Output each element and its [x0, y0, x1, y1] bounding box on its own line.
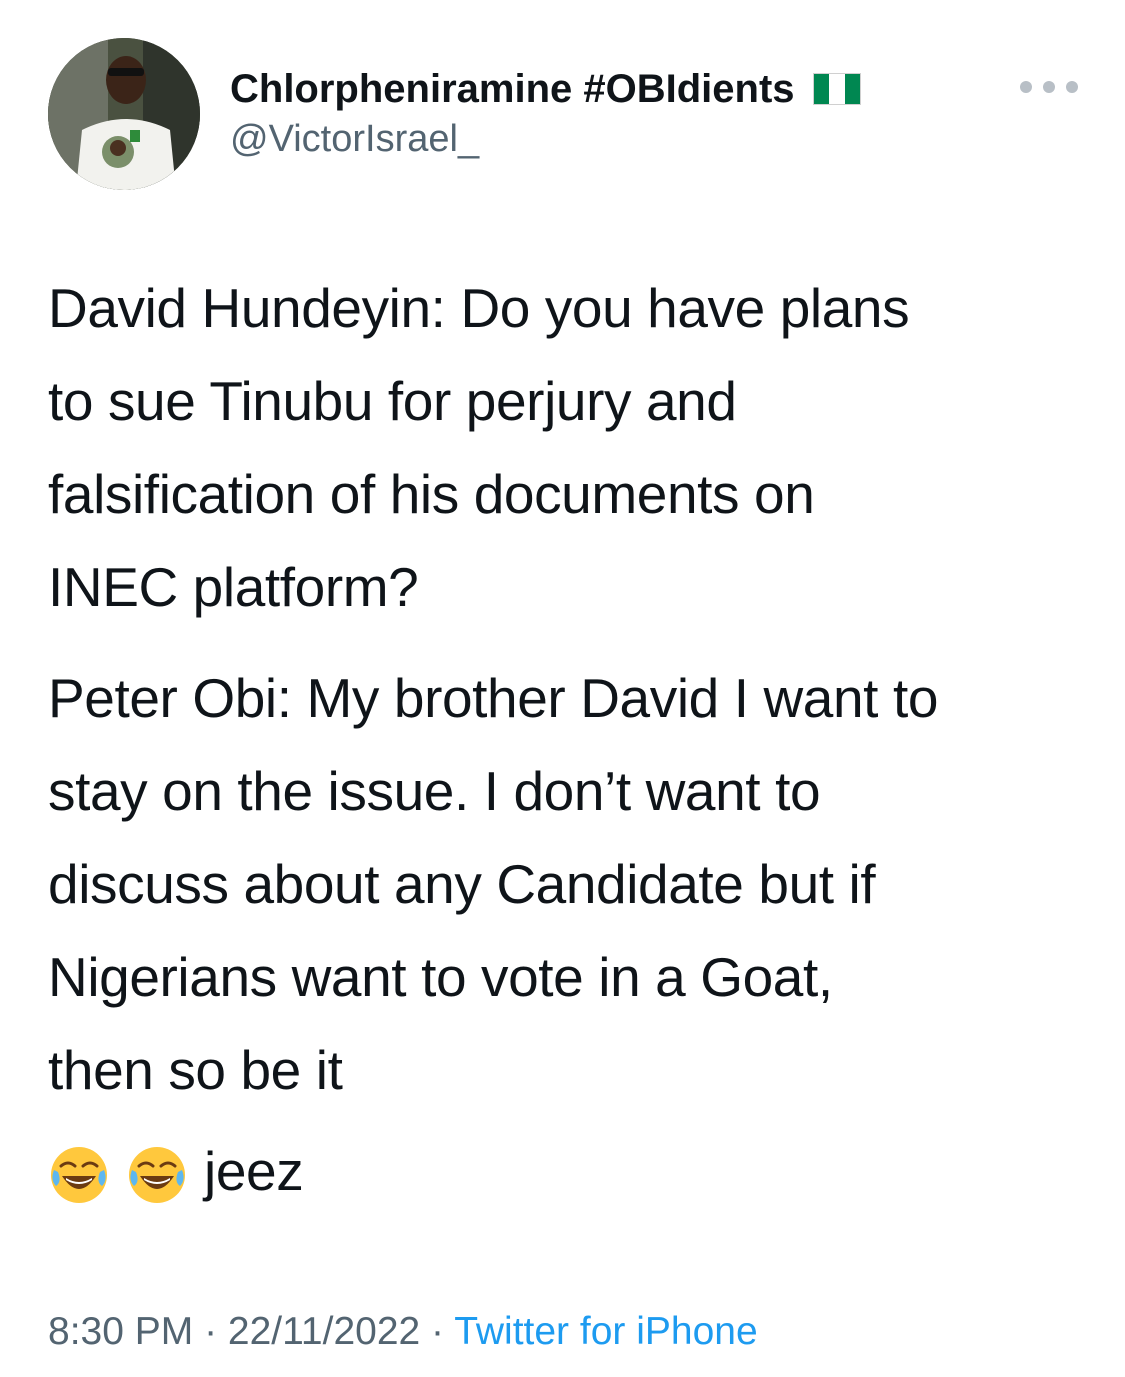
tweet-line: David Hundeyin: Do you have plans: [48, 277, 910, 339]
tweet-date[interactable]: 22/11/2022: [228, 1310, 420, 1353]
more-options-button[interactable]: [1020, 76, 1078, 98]
tweet-time[interactable]: 8:30 PM: [48, 1310, 193, 1353]
tweet-line: then so be it: [48, 1039, 343, 1101]
tweet-closing-text: jeez: [204, 1140, 304, 1202]
tweet-closing-line: jeez: [48, 1125, 1093, 1218]
tweet-line: falsification of his documents on: [48, 463, 815, 525]
meta-separator: ·: [193, 1310, 228, 1353]
tweet: Chlorpheniramine #OBIdients @VictorIsrae…: [0, 0, 1125, 1377]
meta-separator: ·: [420, 1310, 455, 1353]
face-with-tears-of-joy-icon: [126, 1141, 188, 1203]
tweet-paragraph: Peter Obi: My brother David I want to st…: [48, 652, 1093, 1117]
tweet-line: Nigerians want to vote in a Goat,: [48, 946, 833, 1008]
tweet-paragraph: David Hundeyin: Do you have plans to sue…: [48, 262, 1093, 634]
tweet-line: Peter Obi: My brother David I want to: [48, 667, 939, 729]
tweet-metadata: 8:30 PM · 22/11/2022 · Twitter for iPhon…: [48, 1310, 758, 1354]
avatar-image: [48, 38, 200, 190]
tweet-line: to sue Tinubu for perjury and: [48, 370, 737, 432]
tweet-line: INEC platform?: [48, 556, 419, 618]
tweet-source-link[interactable]: Twitter for iPhone: [454, 1310, 757, 1353]
author-names: Chlorpheniramine #OBIdients @VictorIsrae…: [230, 66, 861, 161]
tweet-line: discuss about any Candidate but if: [48, 853, 876, 915]
avatar[interactable]: [48, 38, 200, 190]
nigeria-flag-icon: [812, 73, 861, 105]
tweet-line: stay on the issue. I don’t want to: [48, 760, 821, 822]
display-name-row: Chlorpheniramine #OBIdients: [230, 66, 861, 112]
more-horizontal-icon: [1066, 81, 1078, 93]
face-with-tears-of-joy-icon: [48, 1141, 110, 1203]
tweet-header: Chlorpheniramine #OBIdients @VictorIsrae…: [48, 38, 1078, 190]
more-horizontal-icon: [1043, 81, 1055, 93]
more-horizontal-icon: [1020, 81, 1032, 93]
author-handle[interactable]: @VictorIsrael_: [230, 118, 861, 161]
display-name[interactable]: Chlorpheniramine #OBIdients: [230, 67, 795, 112]
tweet-text: David Hundeyin: Do you have plans to sue…: [48, 262, 1093, 1218]
